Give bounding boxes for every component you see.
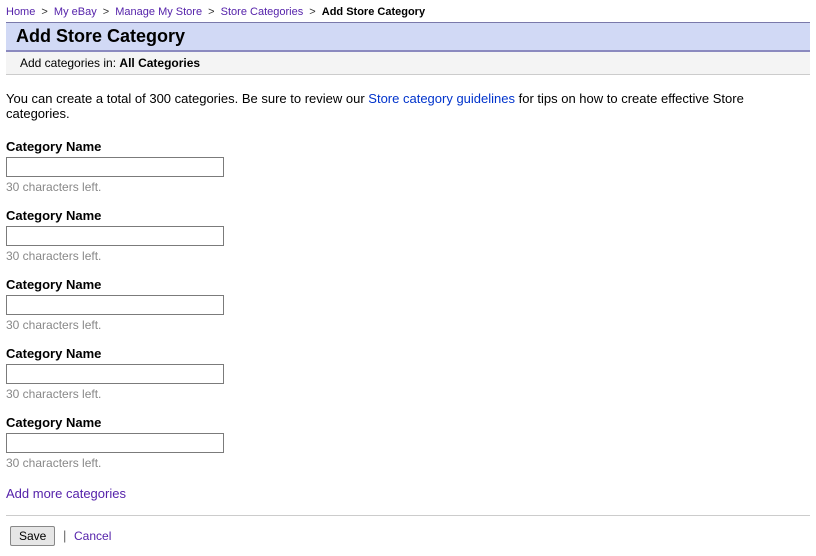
category-name-hint: 30 characters left. (6, 387, 810, 401)
category-name-hint: 30 characters left. (6, 318, 810, 332)
category-name-hint: 30 characters left. (6, 249, 810, 263)
category-name-hint: 30 characters left. (6, 456, 810, 470)
store-category-guidelines-link[interactable]: Store category guidelines (368, 91, 515, 106)
breadcrumb-sep: > (100, 6, 112, 18)
category-field: Category Name 30 characters left. (6, 139, 810, 194)
category-name-input[interactable] (6, 157, 224, 177)
category-name-label: Category Name (6, 346, 810, 361)
breadcrumb-manage-my-store[interactable]: Manage My Store (115, 6, 202, 18)
category-name-input[interactable] (6, 433, 224, 453)
category-name-label: Category Name (6, 277, 810, 292)
category-name-label: Category Name (6, 208, 810, 223)
category-field: Category Name 30 characters left. (6, 208, 810, 263)
divider (6, 515, 810, 516)
save-button[interactable]: Save (10, 526, 55, 546)
category-name-input[interactable] (6, 295, 224, 315)
category-name-label: Category Name (6, 415, 810, 430)
sub-bar-scope: All Categories (119, 56, 200, 70)
pipe-separator: | (59, 528, 70, 543)
category-field: Category Name 30 characters left. (6, 346, 810, 401)
breadcrumb: Home > My eBay > Manage My Store > Store… (6, 4, 810, 22)
breadcrumb-store-categories[interactable]: Store Categories (221, 6, 304, 18)
add-more-categories-link[interactable]: Add more categories (6, 486, 126, 501)
category-name-input[interactable] (6, 364, 224, 384)
actions: Save | Cancel (6, 524, 810, 552)
category-field: Category Name 30 characters left. (6, 415, 810, 470)
intro-text: You can create a total of 300 categories… (6, 75, 810, 125)
intro-before: You can create a total of 300 categories… (6, 91, 368, 106)
breadcrumb-current: Add Store Category (322, 6, 425, 18)
category-field: Category Name 30 characters left. (6, 277, 810, 332)
breadcrumb-my-ebay[interactable]: My eBay (54, 6, 97, 18)
sub-bar: Add categories in: All Categories (6, 52, 810, 75)
breadcrumb-sep: > (38, 6, 50, 18)
sub-bar-prefix: Add categories in: (20, 56, 119, 70)
category-name-label: Category Name (6, 139, 810, 154)
page-title: Add Store Category (6, 22, 810, 52)
breadcrumb-home[interactable]: Home (6, 6, 35, 18)
category-name-hint: 30 characters left. (6, 180, 810, 194)
breadcrumb-sep: > (205, 6, 217, 18)
category-name-input[interactable] (6, 226, 224, 246)
cancel-link[interactable]: Cancel (74, 529, 111, 543)
breadcrumb-sep: > (306, 6, 318, 18)
